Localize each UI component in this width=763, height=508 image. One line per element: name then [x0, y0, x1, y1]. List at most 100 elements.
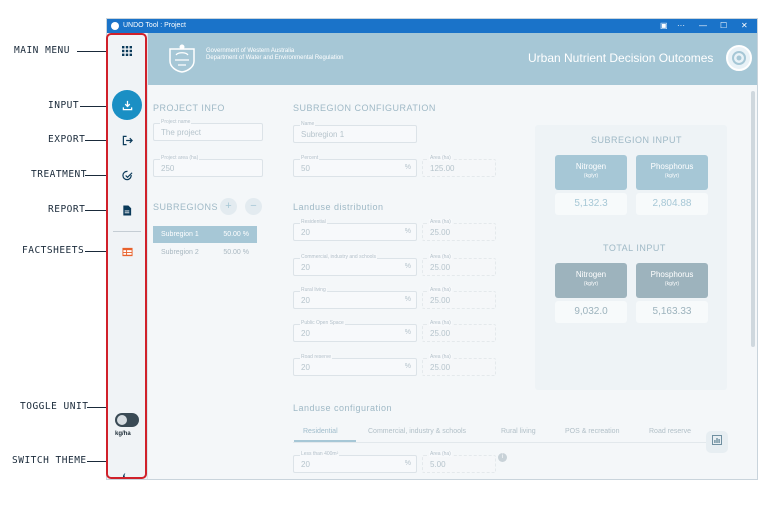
nitrogen-label: Nitrogen — [575, 162, 607, 171]
field-label: Public Open Space — [300, 320, 345, 326]
subregion-name: Subregion 2 — [161, 249, 199, 256]
field-value: 50 — [301, 164, 310, 173]
field-value: 20 — [301, 363, 310, 372]
total-phosphorus-header: Phosphorus (kg/yr) — [636, 263, 708, 298]
undo-logo-icon — [726, 45, 752, 71]
landuse-rural-field[interactable]: Rural living 20 % — [293, 287, 417, 309]
chart-fab-button[interactable] — [706, 431, 728, 453]
sidebar: kg/ha — [107, 33, 148, 479]
landuse-road-field[interactable]: Road reserve 20 % — [293, 354, 417, 376]
total-nitrogen-header: Nitrogen (kg/yr) — [555, 263, 627, 298]
grid-icon — [122, 46, 132, 56]
more-icon[interactable]: ··· — [677, 19, 685, 33]
minimize-button[interactable]: — — [699, 19, 707, 33]
add-subregion-button[interactable]: + — [220, 198, 237, 215]
treatment-check-icon — [121, 170, 133, 180]
subregion-phosphorus-header: Phosphorus (kg/yr) — [636, 155, 708, 190]
switch-theme-button[interactable] — [112, 467, 142, 479]
remove-subregion-button[interactable]: − — [245, 198, 262, 215]
annotation-treatment: TREATMENT — [31, 169, 87, 180]
factsheets-button[interactable] — [112, 242, 142, 262]
app-icon — [111, 22, 119, 30]
input-button[interactable] — [112, 90, 142, 120]
vertical-scrollbar[interactable] — [751, 91, 755, 347]
tab-rural-living[interactable]: Rural living — [501, 428, 536, 435]
annotation-export: EXPORT — [48, 134, 86, 145]
tab-residential[interactable]: Residential — [303, 428, 338, 435]
field-value: 20 — [301, 296, 310, 305]
field-value: Subregion 1 — [301, 130, 345, 139]
field-label: Residential — [300, 219, 327, 225]
percent-sign: % — [404, 363, 411, 370]
nitrogen-label: Nitrogen — [575, 270, 607, 279]
subregion-row[interactable]: Subregion 1 50.00 % — [153, 226, 257, 243]
landuse-pos-field[interactable]: Public Open Space 20 % — [293, 320, 417, 342]
toggle-knob — [117, 415, 127, 425]
field-value: 5.00 — [430, 460, 446, 469]
download-icon — [122, 100, 132, 110]
percent-sign: % — [404, 460, 411, 467]
unit-label: (kg/yr) — [583, 281, 599, 287]
close-button[interactable]: ✕ — [741, 19, 748, 33]
lot-size-field[interactable]: Less than 400m² 20 % — [293, 451, 417, 473]
tab-road-reserve[interactable]: Road reserve — [649, 428, 691, 435]
report-document-icon — [123, 204, 132, 216]
field-value: 25.00 — [430, 228, 451, 237]
field-label: Area (ha) — [429, 320, 452, 326]
subregion-area-field: Area (ha) 125.00 — [422, 155, 496, 177]
window-title: UNDO Tool : Project — [123, 22, 186, 29]
subregion-row[interactable]: Subregion 2 50.00 % — [153, 244, 257, 261]
main-menu-button[interactable] — [112, 41, 142, 61]
field-value: 25.00 — [430, 296, 451, 305]
cast-icon[interactable]: ▣ — [660, 19, 668, 33]
subregion-percent-field[interactable]: Percent 50 % — [293, 155, 417, 177]
percent-sign: % — [404, 296, 411, 303]
field-value: 20 — [301, 263, 310, 272]
field-label: Commercial, industry and schools — [300, 254, 378, 260]
project-area-field[interactable]: Project area (ha) 250 — [153, 155, 263, 177]
total-nitrogen-value: 9,032.0 — [555, 301, 627, 323]
field-value: 25.00 — [430, 329, 451, 338]
app-header: Government of Western Australia Departme… — [148, 33, 757, 85]
toggle-unit-switch[interactable] — [115, 413, 139, 427]
unit-label: (kg/yr) — [664, 173, 680, 179]
landuse-commercial-field[interactable]: Commercial, industry and schools 20 % — [293, 254, 417, 276]
field-value: 125.00 — [430, 164, 455, 173]
maximize-button[interactable]: ☐ — [720, 19, 727, 33]
total-phosphorus-value: 5,163.33 — [636, 301, 708, 323]
phosphorus-label: Phosphorus — [650, 270, 694, 279]
annotation-switch-theme: SWITCH THEME — [12, 455, 87, 466]
field-value: 20 — [301, 228, 310, 237]
annotation-factsheets: FACTSHEETS — [22, 245, 85, 256]
report-button[interactable] — [112, 200, 142, 220]
gov-line-1: Government of Western Australia — [206, 48, 295, 54]
field-label: Area (ha) — [429, 155, 452, 161]
subregion-name-field[interactable]: Name Subregion 1 — [293, 121, 417, 143]
info-icon[interactable]: i — [498, 453, 507, 462]
subregion-percent: 50.00 % — [223, 231, 249, 238]
title-bar: UNDO Tool : Project ▣ ··· — ☐ ✕ — [107, 19, 757, 33]
annotation-report: REPORT — [48, 204, 86, 215]
landuse-pos-area: Area (ha) 25.00 — [422, 320, 496, 342]
unit-label: (kg/yr) — [664, 281, 680, 287]
subregion-nitrogen-header: Nitrogen (kg/yr) — [555, 155, 627, 190]
percent-sign: % — [404, 263, 411, 270]
tab-commercial[interactable]: Commercial, industry & schools — [368, 428, 466, 435]
subregion-config-title: SUBREGION CONFIGURATION — [293, 103, 436, 113]
export-button[interactable] — [112, 130, 142, 150]
tab-divider — [293, 442, 719, 443]
subregions-title: SUBREGIONS — [153, 202, 219, 212]
field-label: Name — [300, 121, 316, 127]
app-title: Urban Nutrient Decision Outcomes — [528, 51, 714, 65]
annotation-main-menu: MAIN MENU — [14, 45, 70, 56]
project-name-field[interactable]: Project name The project — [153, 119, 263, 141]
landuse-residential-field[interactable]: Residential 20 % — [293, 219, 417, 241]
field-value: The project — [161, 128, 202, 137]
chart-icon — [712, 435, 722, 445]
landuse-road-area: Area (ha) 25.00 — [422, 354, 496, 376]
moon-icon — [122, 473, 131, 479]
project-info-title: PROJECT INFO — [153, 103, 225, 113]
field-value: 20 — [301, 460, 310, 469]
treatment-button[interactable] — [112, 165, 142, 185]
tab-pos-recreation[interactable]: POS & recreation — [565, 428, 619, 435]
